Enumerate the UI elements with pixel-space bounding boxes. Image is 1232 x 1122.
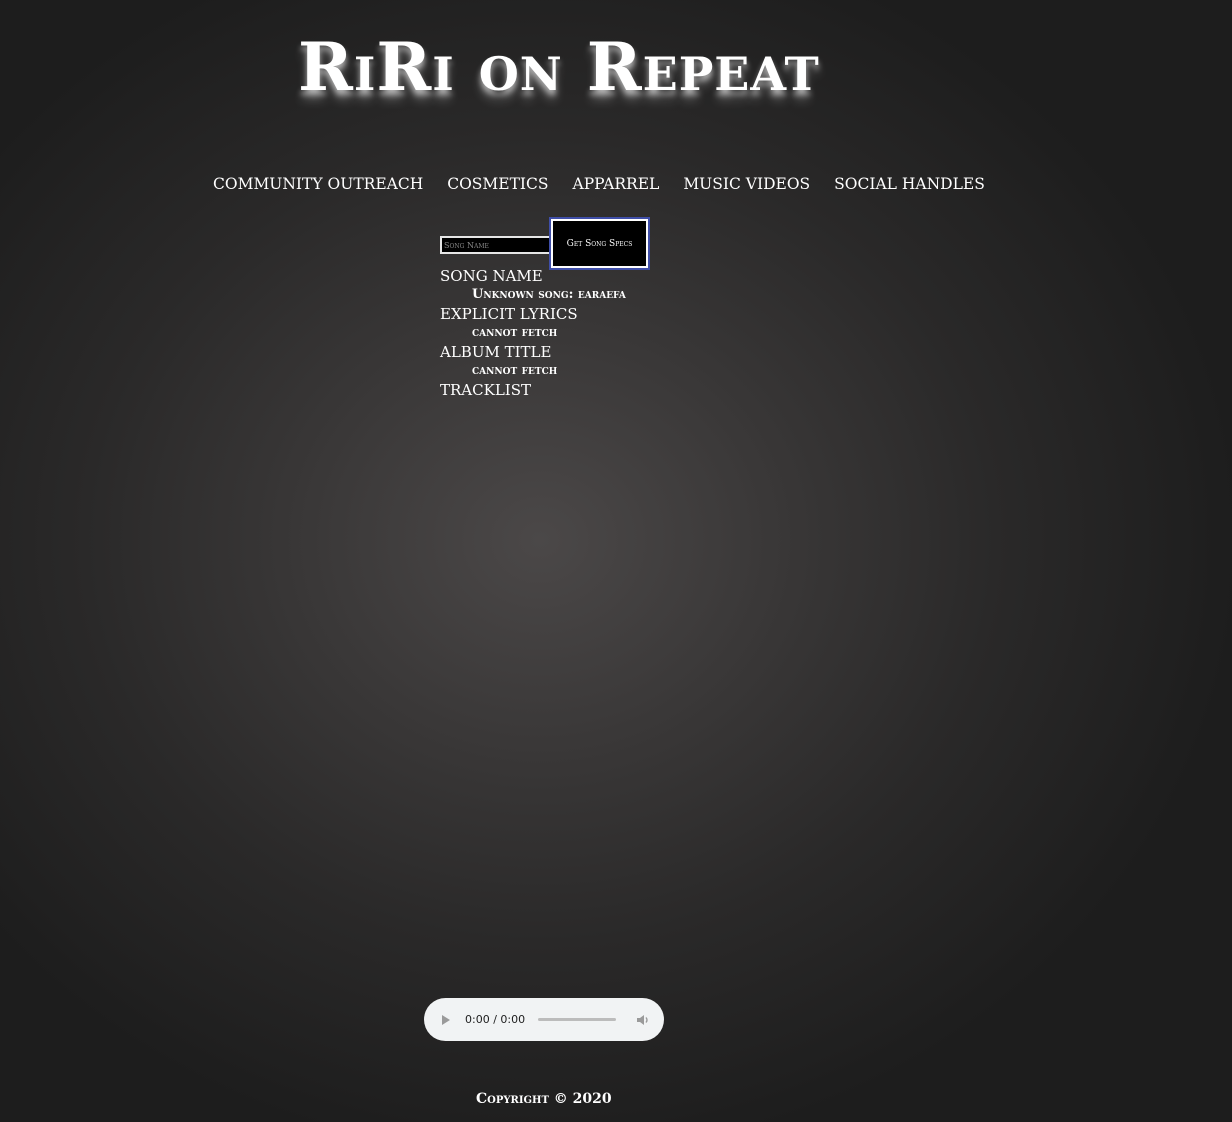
album-title-label: ALBUM TITLE (440, 343, 552, 361)
song-name-value: Unknown song: earaefa (472, 287, 626, 302)
nav-link-apparrel[interactable]: APPARREL (573, 173, 660, 195)
main-nav: COMMUNITY OUTREACH COSMETICS APPARREL MU… (213, 173, 985, 195)
site-title: RiRi on Repeat (298, 28, 820, 106)
song-name-input[interactable] (440, 236, 552, 254)
album-title-value: cannot fetch (472, 363, 558, 378)
tracklist-label: TRACKLIST (440, 381, 531, 399)
song-specs: SONG NAME Unknown song: earaefa EXPLICIT… (440, 266, 626, 400)
volume-icon[interactable] (636, 1014, 650, 1026)
explicit-lyrics-value: cannot fetch (472, 325, 558, 340)
nav-link-music-videos[interactable]: MUSIC VIDEOS (683, 173, 810, 195)
nav-link-cosmetics[interactable]: COSMETICS (447, 173, 548, 195)
audio-player: 0:00 / 0:00 (424, 998, 664, 1041)
copyright-footer: Copyright © 2020 (476, 1091, 612, 1107)
nav-link-social-handles[interactable]: SOCIAL HANDLES (834, 173, 985, 195)
nav-link-community-outreach[interactable]: COMMUNITY OUTREACH (213, 173, 423, 195)
audio-time: 0:00 / 0:00 (465, 1013, 526, 1026)
play-icon[interactable] (442, 1014, 450, 1025)
audio-progress-slider[interactable] (538, 1018, 616, 1021)
explicit-lyrics-label: EXPLICIT LYRICS (440, 305, 578, 323)
get-song-specs-button[interactable]: Get Song Specs (551, 219, 648, 268)
song-name-label: SONG NAME (440, 267, 543, 285)
